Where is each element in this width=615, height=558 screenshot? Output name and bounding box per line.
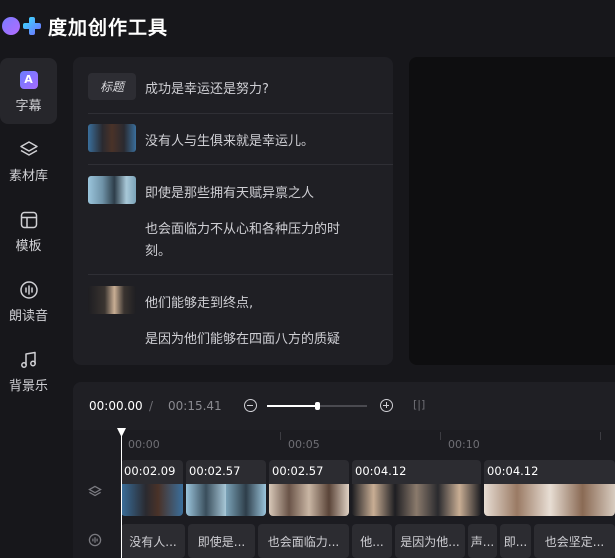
clip-duration: 00:04.12 [355,464,407,478]
music-icon [18,349,40,371]
video-clip[interactable]: 00:04.12 [352,460,481,516]
script-row[interactable]: 他们能够走到终点, 是因为他们能够在四面八方的质疑 [88,275,393,365]
logo-plus-icon [22,16,42,36]
script-row[interactable]: 即使是那些拥有天赋异禀之人 也会面临力不从心和各种压力的时 刻。 [88,165,393,275]
logo-blob-icon [2,17,20,35]
sidebar-item-templates[interactable]: 模板 [0,198,57,264]
zoom-slider-handle[interactable] [314,402,320,410]
sidebar-item-label: 字幕 [15,98,42,114]
subtitle-icon: A [18,69,40,91]
script-line[interactable]: 没有人与生俱来就是幸运儿。 [145,130,314,149]
subtitle-track-icon [87,532,103,548]
video-preview[interactable] [409,57,615,365]
playhead-handle[interactable] [117,428,126,437]
subtitle-clip[interactable]: 也会面临力... [258,524,349,558]
ruler-tick [600,432,601,440]
sidebar-item-subtitles[interactable]: A 字幕 [0,58,57,124]
clip-thumbnail [88,124,136,152]
clip-frames [352,484,481,516]
voice-icon [18,279,40,301]
clip-thumbnail [88,176,136,204]
script-row[interactable]: 没有人与生俱来就是幸运儿。 [88,114,393,165]
script-line[interactable]: 他们能够走到终点, [145,292,253,311]
clip-frames [121,484,183,516]
ruler-tick [280,432,281,440]
clip-duration: 00:04.12 [487,464,539,478]
app-title: 度加创作工具 [48,16,169,39]
ruler-label: 00:00 [128,438,160,451]
video-clip[interactable]: 00:02.57 [269,460,349,516]
subtitle-clip[interactable]: 是因为他... [395,524,465,558]
script-title-row[interactable]: 标题 成功是幸运还是努力? [88,57,393,114]
total-time: 00:15.41 [168,399,222,413]
app-logo [2,16,42,36]
video-clip[interactable]: 00:02.57 [186,460,266,516]
zoom-slider[interactable] [267,402,367,410]
timeline-toolbar: 00:00.00 / 00:15.41 [|] [73,382,615,430]
title-text[interactable]: 成功是幸运还是努力? [145,78,269,97]
script-line[interactable]: 也会面临力不从心和各种压力的时 [145,218,340,237]
sidebar-item-label: 素材库 [8,168,48,184]
clip-duration: 00:02.09 [124,464,176,478]
sidebar-item-materials[interactable]: 素材库 [0,128,57,194]
subtitle-clip[interactable]: 声... [468,524,497,558]
subtitle-clip[interactable]: 也会坚定... [534,524,615,558]
timeline: 00:00.00 / 00:15.41 [|] 00:00 00:05 00:1… [73,382,615,558]
template-icon [18,209,40,231]
top-bar: 度加创作工具 [0,0,615,52]
sidebar-item-label: 背景乐 [8,378,48,394]
fit-timeline-icon[interactable]: [|] [413,398,425,411]
subtitle-clip[interactable]: 即... [500,524,531,558]
playhead[interactable] [121,430,122,558]
sidebar-item-label: 模板 [15,238,42,254]
sidebar: A 字幕 素材库 模板 朗读音 背景乐 [0,52,70,558]
script-line[interactable]: 即使是那些拥有天赋异禀之人 [145,182,314,201]
clip-duration: 00:02.57 [189,464,241,478]
video-track-icon [87,484,103,500]
subtitle-clip[interactable]: 他... [352,524,392,558]
video-clip[interactable]: 00:02.09 [121,460,183,516]
script-line[interactable]: 刻。 [145,240,171,259]
sidebar-item-voice[interactable]: 朗读音 [0,268,57,334]
current-time: 00:00.00 [89,399,143,413]
time-separator: / [149,399,154,413]
sidebar-item-music[interactable]: 背景乐 [0,338,57,404]
zoom-out-icon[interactable] [244,399,257,412]
ruler-label: 00:05 [288,438,320,451]
script-line[interactable]: 是因为他们能够在四面八方的质疑 [145,328,340,347]
video-clip[interactable]: 00:04.12 [484,460,615,516]
clip-frames [269,484,349,516]
title-tag[interactable]: 标题 [88,73,136,100]
subtitle-clip[interactable]: 即使是... [188,524,255,558]
layers-icon [18,139,40,161]
zoom-slider-fill [267,405,317,407]
clip-frames [484,484,615,516]
clip-duration: 00:02.57 [272,464,324,478]
script-panel: 标题 成功是幸运还是努力? 没有人与生俱来就是幸运儿。 即使是那些拥有天赋异禀之… [73,57,393,365]
sidebar-item-label: 朗读音 [8,308,48,324]
zoom-in-icon[interactable] [380,399,393,412]
ruler-label: 00:10 [448,438,480,451]
subtitle-clip[interactable]: 没有人... [121,524,185,558]
clip-thumbnail [88,286,136,314]
ruler-tick [440,432,441,440]
clip-frames [186,484,266,516]
